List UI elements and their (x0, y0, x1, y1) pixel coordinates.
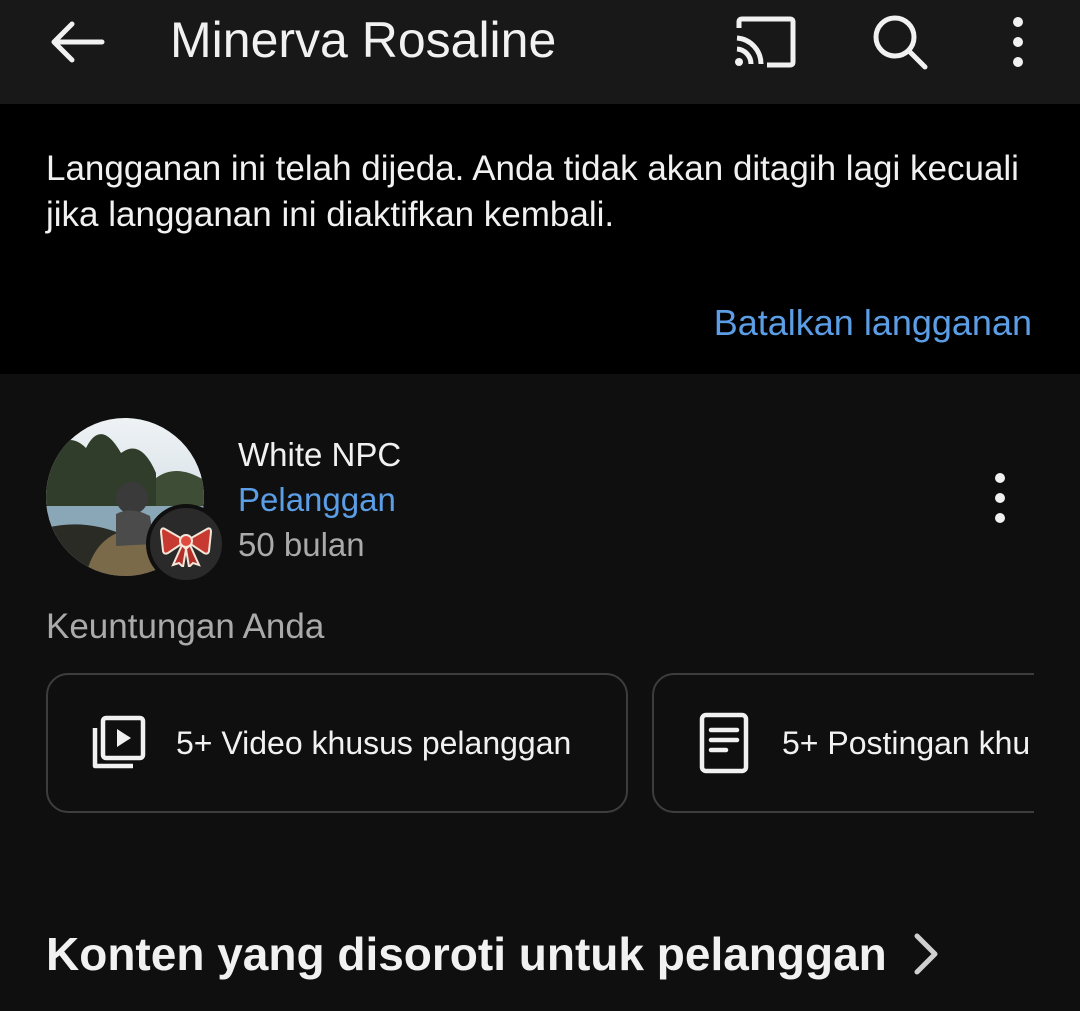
benefit-label: 5+ Postingan khu (782, 724, 1031, 761)
cast-icon (735, 16, 796, 68)
back-arrow-icon (51, 21, 105, 63)
back-button[interactable] (36, 6, 120, 78)
member-avatar-group (46, 418, 226, 586)
more-options-button[interactable] (990, 6, 1046, 78)
benefit-card-posts[interactable]: 5+ Postingan khu (652, 673, 1034, 813)
chevron-right-icon (914, 933, 938, 975)
section-title: Konten yang disoroti untuk pelanggan (46, 928, 887, 980)
search-icon (873, 15, 928, 70)
benefits-carousel[interactable]: 5+ Video khusus pelanggan 5+ Postingan k… (46, 673, 1034, 815)
member-duration: 50 bulan (238, 526, 365, 563)
highlighted-content-link[interactable]: Konten yang disoroti untuk pelanggan (46, 922, 943, 986)
member-more-button[interactable] (972, 460, 1028, 536)
post-document-icon (699, 712, 749, 774)
more-vertical-icon (995, 473, 1005, 523)
banner-message: Langganan ini telah dijeda. Anda tidak a… (46, 149, 1019, 234)
cancel-subscription-button[interactable]: Batalkan langganan (714, 300, 1032, 346)
video-library-icon (92, 715, 146, 769)
more-vertical-icon (1013, 17, 1023, 67)
cast-button[interactable] (722, 6, 806, 78)
red-ribbon-bow-icon (159, 527, 213, 567)
search-button[interactable] (858, 6, 942, 78)
benefit-card-videos[interactable]: 5+ Video khusus pelanggan (46, 673, 628, 813)
paused-subscription-banner: Langganan ini telah dijeda. Anda tidak a… (0, 104, 1080, 374)
member-name: White NPC (238, 436, 402, 473)
benefit-label: 5+ Video khusus pelanggan (176, 724, 572, 761)
app-bar: Minerva Rosaline (0, 0, 1080, 104)
member-badge (146, 504, 226, 584)
page-title: Minerva Rosaline (170, 12, 557, 68)
benefits-heading: Keuntungan Anda (46, 607, 325, 646)
member-status: Pelanggan (238, 481, 396, 518)
